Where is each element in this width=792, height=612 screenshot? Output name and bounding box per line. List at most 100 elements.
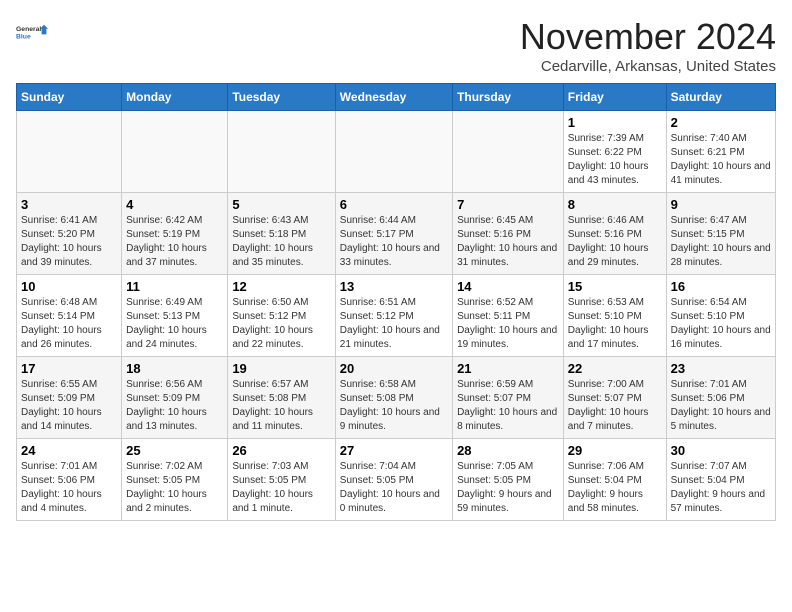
- day-info: Sunrise: 7:01 AM Sunset: 5:06 PM Dayligh…: [21, 460, 117, 516]
- day-number: 24: [21, 443, 117, 458]
- calendar-day-cell: 12 Sunrise: 6:50 AM Sunset: 5:12 PM Dayli…: [228, 275, 335, 357]
- day-number: 16: [671, 279, 771, 294]
- day-number: 3: [21, 197, 117, 212]
- day-info: Sunrise: 6:51 AM Sunset: 5:12 PM Dayligh…: [340, 296, 448, 352]
- calendar-week-row: 10Sunrise: 6:48 AM Sunset: 5:14 PM Dayli…: [17, 275, 776, 357]
- day-info: Sunrise: 6:47 AM Sunset: 5:15 PM Dayligh…: [671, 214, 771, 270]
- day-info: Sunrise: 6:43 AM Sunset: 5:18 PM Dayligh…: [232, 214, 330, 270]
- day-info: Sunrise: 6:56 AM Sunset: 5:09 PM Dayligh…: [126, 378, 223, 434]
- calendar-day-cell: [17, 111, 122, 193]
- day-number: 17: [21, 361, 117, 376]
- day-info: Sunrise: 6:45 AM Sunset: 5:16 PM Dayligh…: [457, 214, 559, 270]
- day-info: Sunrise: 6:59 AM Sunset: 5:07 PM Dayligh…: [457, 378, 559, 434]
- weekday-header: Friday: [563, 84, 666, 111]
- day-number: 12: [232, 279, 330, 294]
- calendar-day-cell: 20 Sunrise: 6:58 AM Sunset: 5:08 PM Dayli…: [335, 357, 452, 439]
- calendar-day-cell: 15 Sunrise: 6:53 AM Sunset: 5:10 PM Dayli…: [563, 275, 666, 357]
- day-info: Sunrise: 6:49 AM Sunset: 5:13 PM Dayligh…: [126, 296, 223, 352]
- calendar-day-cell: 22 Sunrise: 7:00 AM Sunset: 5:07 PM Dayli…: [563, 357, 666, 439]
- weekday-header: Sunday: [17, 84, 122, 111]
- calendar-day-cell: 13 Sunrise: 6:51 AM Sunset: 5:12 PM Dayli…: [335, 275, 452, 357]
- calendar-day-cell: 27Sunrise: 7:04 AM Sunset: 5:05 PM Dayli…: [335, 439, 452, 521]
- calendar-day-cell: 11 Sunrise: 6:49 AM Sunset: 5:13 PM Dayli…: [122, 275, 228, 357]
- day-number: 7: [457, 197, 559, 212]
- day-info: Sunrise: 6:52 AM Sunset: 5:11 PM Dayligh…: [457, 296, 559, 352]
- calendar-day-cell: [122, 111, 228, 193]
- calendar-day-cell: 28 Sunrise: 7:05 AM Sunset: 5:05 PM Dayli…: [453, 439, 564, 521]
- day-info: Sunrise: 7:04 AM Sunset: 5:05 PM Dayligh…: [340, 460, 448, 516]
- day-info: Sunrise: 6:57 AM Sunset: 5:08 PM Dayligh…: [232, 378, 330, 434]
- calendar-week-row: 24 Sunrise: 7:01 AM Sunset: 5:06 PM Dayli…: [17, 439, 776, 521]
- day-number: 28: [457, 443, 559, 458]
- calendar-day-cell: 2Sunrise: 7:40 AM Sunset: 6:21 PM Daylig…: [666, 111, 775, 193]
- weekday-header: Wednesday: [335, 84, 452, 111]
- day-info: Sunrise: 7:00 AM Sunset: 5:07 PM Dayligh…: [568, 378, 662, 434]
- day-number: 14: [457, 279, 559, 294]
- weekday-header: Saturday: [666, 84, 775, 111]
- day-info: Sunrise: 7:07 AM Sunset: 5:04 PM Dayligh…: [671, 460, 771, 516]
- weekday-header: Tuesday: [228, 84, 335, 111]
- calendar-day-cell: 16 Sunrise: 6:54 AM Sunset: 5:10 PM Dayli…: [666, 275, 775, 357]
- calendar-week-row: 3Sunrise: 6:41 AM Sunset: 5:20 PM Daylig…: [17, 193, 776, 275]
- day-number: 29: [568, 443, 662, 458]
- day-number: 30: [671, 443, 771, 458]
- calendar-day-cell: 7 Sunrise: 6:45 AM Sunset: 5:16 PM Daylig…: [453, 193, 564, 275]
- calendar-day-cell: 6 Sunrise: 6:44 AM Sunset: 5:17 PM Daylig…: [335, 193, 452, 275]
- weekday-header: Monday: [122, 84, 228, 111]
- calendar-day-cell: 23Sunrise: 7:01 AM Sunset: 5:06 PM Dayli…: [666, 357, 775, 439]
- day-info: Sunrise: 6:53 AM Sunset: 5:10 PM Dayligh…: [568, 296, 662, 352]
- calendar-day-cell: 4 Sunrise: 6:42 AM Sunset: 5:19 PM Daylig…: [122, 193, 228, 275]
- day-number: 6: [340, 197, 448, 212]
- day-info: Sunrise: 7:01 AM Sunset: 5:06 PM Dayligh…: [671, 378, 771, 434]
- day-info: Sunrise: 6:50 AM Sunset: 5:12 PM Dayligh…: [232, 296, 330, 352]
- calendar-day-cell: [228, 111, 335, 193]
- logo-icon: GeneralBlue: [16, 16, 48, 48]
- day-number: 22: [568, 361, 662, 376]
- title-area: November 2024 Cedarville, Arkansas, Unit…: [520, 16, 776, 75]
- calendar-day-cell: [453, 111, 564, 193]
- day-number: 26: [232, 443, 330, 458]
- day-info: Sunrise: 7:02 AM Sunset: 5:05 PM Dayligh…: [126, 460, 223, 516]
- day-info: Sunrise: 7:06 AM Sunset: 5:04 PM Dayligh…: [568, 460, 662, 516]
- calendar-day-cell: 17 Sunrise: 6:55 AM Sunset: 5:09 PM Dayli…: [17, 357, 122, 439]
- calendar-day-cell: 25 Sunrise: 7:02 AM Sunset: 5:05 PM Dayli…: [122, 439, 228, 521]
- weekday-header: Thursday: [453, 84, 564, 111]
- day-info: Sunrise: 6:58 AM Sunset: 5:08 PM Dayligh…: [340, 378, 448, 434]
- weekday-header-row: SundayMondayTuesdayWednesdayThursdayFrid…: [17, 84, 776, 111]
- day-info: Sunrise: 6:54 AM Sunset: 5:10 PM Dayligh…: [671, 296, 771, 352]
- svg-text:General: General: [16, 26, 41, 33]
- day-number: 10: [21, 279, 117, 294]
- calendar-day-cell: [335, 111, 452, 193]
- calendar-day-cell: 10Sunrise: 6:48 AM Sunset: 5:14 PM Dayli…: [17, 275, 122, 357]
- calendar-day-cell: 26Sunrise: 7:03 AM Sunset: 5:05 PM Dayli…: [228, 439, 335, 521]
- day-number: 20: [340, 361, 448, 376]
- calendar-day-cell: 19Sunrise: 6:57 AM Sunset: 5:08 PM Dayli…: [228, 357, 335, 439]
- day-info: Sunrise: 6:55 AM Sunset: 5:09 PM Dayligh…: [21, 378, 117, 434]
- day-number: 2: [671, 115, 771, 130]
- day-number: 21: [457, 361, 559, 376]
- calendar-day-cell: 24 Sunrise: 7:01 AM Sunset: 5:06 PM Dayli…: [17, 439, 122, 521]
- calendar-day-cell: 3Sunrise: 6:41 AM Sunset: 5:20 PM Daylig…: [17, 193, 122, 275]
- day-number: 8: [568, 197, 662, 212]
- calendar-day-cell: 9 Sunrise: 6:47 AM Sunset: 5:15 PM Daylig…: [666, 193, 775, 275]
- day-info: Sunrise: 6:46 AM Sunset: 5:16 PM Dayligh…: [568, 214, 662, 270]
- calendar-day-cell: 14 Sunrise: 6:52 AM Sunset: 5:11 PM Dayli…: [453, 275, 564, 357]
- day-number: 11: [126, 279, 223, 294]
- calendar-day-cell: 30 Sunrise: 7:07 AM Sunset: 5:04 PM Dayli…: [666, 439, 775, 521]
- svg-text:Blue: Blue: [16, 33, 31, 40]
- day-number: 4: [126, 197, 223, 212]
- day-number: 25: [126, 443, 223, 458]
- day-info: Sunrise: 6:42 AM Sunset: 5:19 PM Dayligh…: [126, 214, 223, 270]
- day-number: 9: [671, 197, 771, 212]
- calendar-day-cell: 8 Sunrise: 6:46 AM Sunset: 5:16 PM Daylig…: [563, 193, 666, 275]
- day-number: 15: [568, 279, 662, 294]
- page-header: GeneralBlue November 2024 Cedarville, Ar…: [16, 16, 776, 75]
- day-info: Sunrise: 6:44 AM Sunset: 5:17 PM Dayligh…: [340, 214, 448, 270]
- calendar-day-cell: 18Sunrise: 6:56 AM Sunset: 5:09 PM Dayli…: [122, 357, 228, 439]
- calendar-day-cell: 21 Sunrise: 6:59 AM Sunset: 5:07 PM Dayli…: [453, 357, 564, 439]
- day-info: Sunrise: 7:05 AM Sunset: 5:05 PM Dayligh…: [457, 460, 559, 516]
- day-number: 13: [340, 279, 448, 294]
- calendar-table: SundayMondayTuesdayWednesdayThursdayFrid…: [16, 83, 776, 521]
- location-subtitle: Cedarville, Arkansas, United States: [520, 58, 776, 75]
- day-info: Sunrise: 7:39 AM Sunset: 6:22 PM Dayligh…: [568, 132, 662, 188]
